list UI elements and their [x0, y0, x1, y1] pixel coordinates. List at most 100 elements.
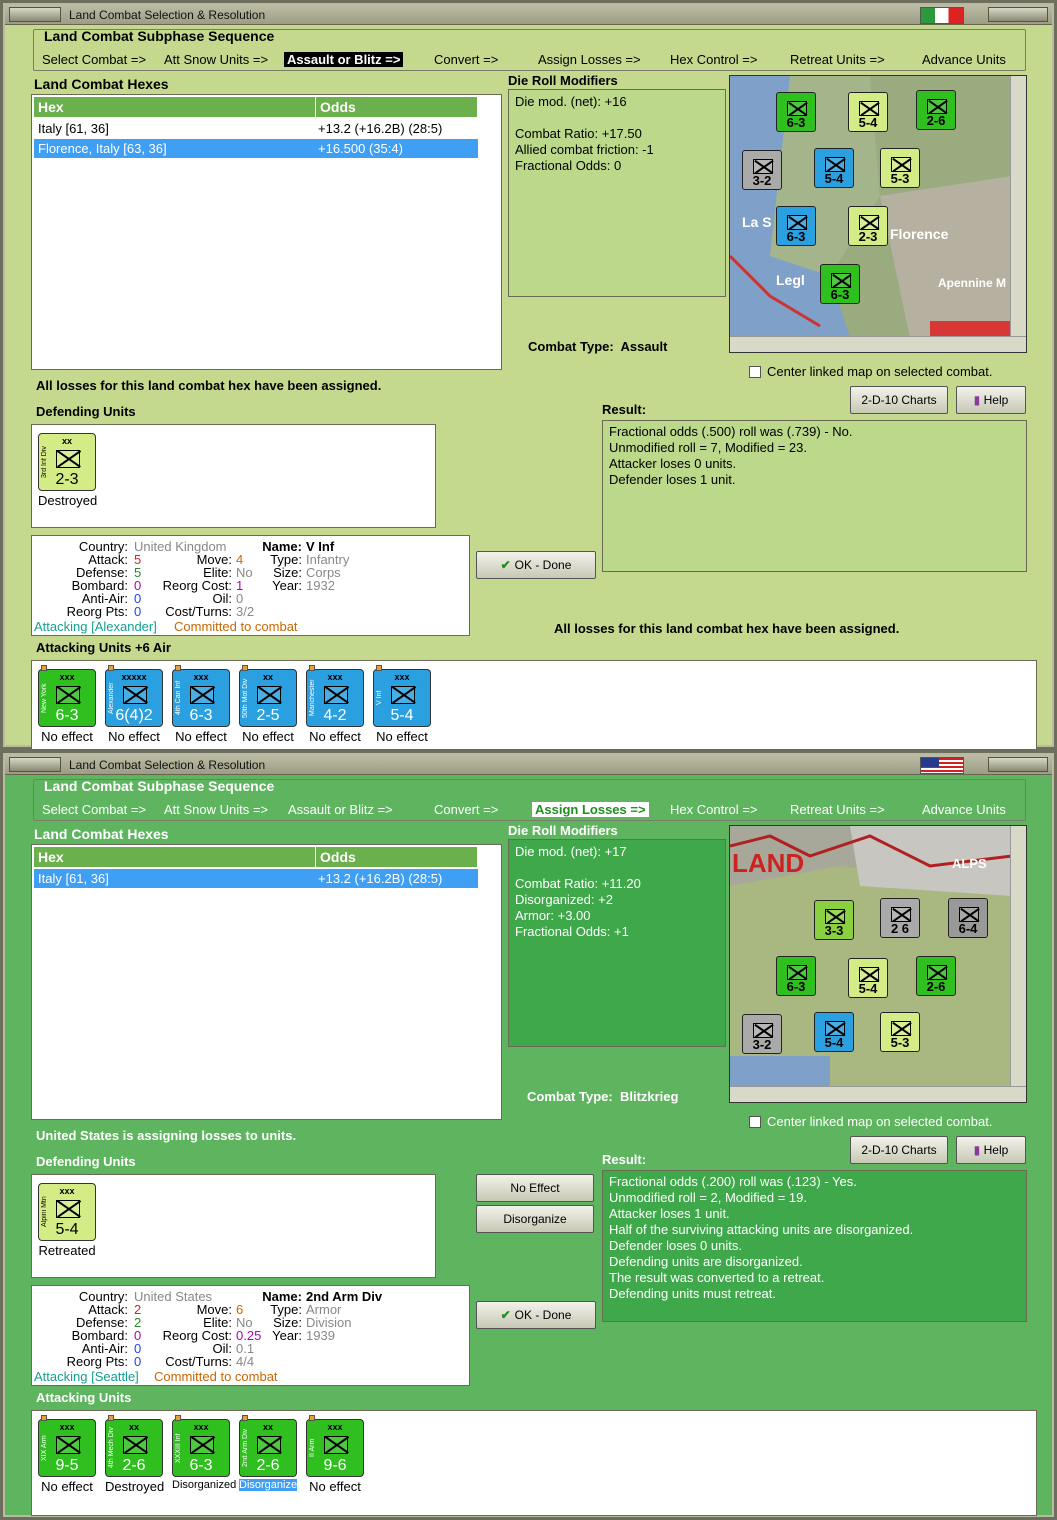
seq-assault-blitz[interactable]: Assault or Blitz =>	[284, 52, 404, 67]
window-controls[interactable]	[988, 757, 1048, 772]
unit-counter[interactable]: xx 4th Mech Div 2-6	[105, 1415, 163, 1477]
map-counter[interactable]: 6-4	[948, 898, 988, 938]
col-hex[interactable]: Hex	[34, 847, 316, 867]
seq-select-combat[interactable]: Select Combat =>	[42, 802, 146, 817]
attacking-unit[interactable]: xx 50th Mot Div 2-5 No effect	[239, 665, 297, 747]
seq-att-snow[interactable]: Att Snow Units =>	[164, 52, 268, 67]
attacking-unit[interactable]: xxx XXXIII Inf 6-3 Disorganized	[172, 1415, 236, 1497]
unit-counter[interactable]: xx 2nd Arm Div 2-6	[239, 1415, 297, 1477]
map-counter[interactable]: 6-3	[776, 206, 816, 246]
map-counter[interactable]: 3-3	[814, 900, 854, 940]
defending-unit[interactable]: xx 3rd Inf Div 2-3 Destroyed	[38, 433, 97, 511]
map-counter[interactable]: 2-6	[916, 90, 956, 130]
seq-hex-control[interactable]: Hex Control =>	[670, 802, 757, 817]
table-row-selected[interactable]: Italy [61, 36] +13.2 (+16.2B) (28:5)	[34, 869, 478, 888]
seq-convert[interactable]: Convert =>	[434, 52, 498, 67]
attacking-units-box[interactable]: xxx New York 6-3 No effect xxxxx Alexander 6(4…	[31, 660, 1037, 750]
attacking-unit[interactable]: xxx V Inf 5-4 No effect	[373, 665, 431, 747]
attacking-units-box[interactable]: xxx XIX Arm 9-5 No effect xx 4th Mech Div 2-6 D…	[31, 1410, 1037, 1516]
map-counter[interactable]: 6-3	[820, 264, 860, 304]
unit-counter[interactable]: xxx Manchester 4-2	[306, 665, 364, 727]
map-counter[interactable]: 5-3	[880, 148, 920, 188]
infantry-icon	[825, 1021, 845, 1036]
unit-counter[interactable]: xx 50th Mot Div 2-5	[239, 665, 297, 727]
seq-att-snow[interactable]: Att Snow Units =>	[164, 802, 268, 817]
map-counter[interactable]: 5-4	[814, 1012, 854, 1052]
charts-button[interactable]: 2-D-10 Charts	[850, 1136, 948, 1164]
ok-done-button[interactable]: ✔ OK - Done	[476, 551, 596, 579]
unit-counter[interactable]: xxx New York 6-3	[38, 665, 96, 727]
disorganize-button[interactable]: Disorganize	[476, 1205, 594, 1233]
map-hscroll[interactable]	[730, 1086, 1026, 1102]
defending-unit[interactable]: xxx Alpini Mtn 5-4 Retreated	[38, 1183, 96, 1261]
map-counter[interactable]: 2 6	[880, 898, 920, 938]
map-counter[interactable]: 2-3	[848, 206, 888, 246]
help-button[interactable]: ▮ Help	[956, 1136, 1026, 1164]
window-controls[interactable]	[988, 7, 1048, 22]
system-menu-button[interactable]	[9, 757, 61, 772]
seq-hex-control[interactable]: Hex Control =>	[670, 52, 757, 67]
checkbox-box[interactable]	[749, 1116, 761, 1128]
map-counter[interactable]: 6-3	[776, 956, 816, 996]
unit-counter[interactable]: xxx XXXIII Inf 6-3	[172, 1415, 230, 1477]
combat-hex-list[interactable]: Hex Odds Italy [61, 36] +13.2 (+16.2B) (…	[31, 94, 502, 370]
seq-select-combat[interactable]: Select Combat =>	[42, 52, 146, 67]
center-map-checkbox[interactable]: Center linked map on selected combat.	[749, 364, 992, 379]
table-row[interactable]: Italy [61, 36] +13.2 (+16.2B) (28:5)	[34, 119, 478, 138]
seq-retreat[interactable]: Retreat Units =>	[790, 52, 885, 67]
help-button[interactable]: ▮ Help	[956, 386, 1026, 414]
attacking-unit[interactable]: xxx 4th Can Inf 6-3 No effect	[172, 665, 230, 747]
attacking-unit[interactable]: xxx Manchester 4-2 No effect	[306, 665, 364, 747]
unit-counter[interactable]: xxx 4th Can Inf 6-3	[172, 665, 230, 727]
map-vscroll[interactable]	[1010, 76, 1026, 336]
no-effect-button[interactable]: No Effect	[476, 1174, 594, 1202]
attacking-unit[interactable]: xx 4th Mech Div 2-6 Destroyed	[105, 1415, 164, 1497]
title-bar[interactable]: Land Combat Selection & Resolution	[5, 5, 1052, 25]
col-odds[interactable]: Odds	[316, 847, 478, 867]
checkbox-box[interactable]	[749, 366, 761, 378]
unit-counter[interactable]: xxxxx Alexander 6(4)2	[105, 665, 163, 727]
system-menu-button[interactable]	[9, 7, 61, 22]
attacking-unit[interactable]: xxx New York 6-3 No effect	[38, 665, 96, 747]
map-counter[interactable]: 6-3	[776, 92, 816, 132]
attacking-unit[interactable]: xxxxx Alexander 6(4)2 No effect	[105, 665, 163, 747]
map-counter[interactable]: 5-3	[880, 1012, 920, 1052]
seq-retreat[interactable]: Retreat Units =>	[790, 802, 885, 817]
map-counter[interactable]: 3-2	[742, 1014, 782, 1054]
map-counter[interactable]: 5-4	[848, 958, 888, 998]
seq-advance[interactable]: Advance Units	[922, 52, 1006, 67]
map-vscroll[interactable]	[1010, 826, 1026, 1086]
seq-assault-blitz[interactable]: Assault or Blitz =>	[288, 802, 393, 817]
combat-hex-list[interactable]: Hex Odds Italy [61, 36] +13.2 (+16.2B) (…	[31, 844, 502, 1120]
linked-map[interactable]: LAND ALPS oa 3-3 2 6 6-4 6-3 5-4 2-6 3-2…	[729, 825, 1027, 1103]
map-counter[interactable]: 5-4	[814, 148, 854, 188]
title-bar[interactable]: Land Combat Selection & Resolution	[5, 755, 1052, 775]
charts-button[interactable]: 2-D-10 Charts	[850, 386, 948, 414]
map-counter[interactable]: 5-4	[848, 92, 888, 132]
col-odds[interactable]: Odds	[316, 97, 478, 117]
unit-counter[interactable]: xxx Alpini Mtn 5-4	[38, 1183, 96, 1241]
attacking-unit[interactable]: xx 2nd Arm Div 2-6 Disorganized	[239, 1415, 303, 1497]
unit-type-icon	[190, 686, 214, 704]
defending-units-box[interactable]: xxx Alpini Mtn 5-4 Retreated	[31, 1174, 436, 1278]
unit-counter[interactable]: xx 3rd Inf Div 2-3	[38, 433, 96, 491]
col-hex[interactable]: Hex	[34, 97, 316, 117]
unit-counter[interactable]: xxx XIX Arm 9-5	[38, 1415, 96, 1477]
map-counter[interactable]: 3-2	[742, 150, 782, 190]
linked-map[interactable]: Florence La S Legl Apennine M oa 6-3 5-4…	[729, 75, 1027, 353]
table-row-selected[interactable]: Florence, Italy [63, 36] +16.500 (35:4)	[34, 139, 478, 158]
attacking-unit[interactable]: xxx XIX Arm 9-5 No effect	[38, 1415, 96, 1497]
map-counter[interactable]: 2-6	[916, 956, 956, 996]
defending-units-box[interactable]: xx 3rd Inf Div 2-3 Destroyed	[31, 424, 436, 528]
center-map-checkbox[interactable]: Center linked map on selected combat.	[749, 1114, 992, 1129]
seq-assign-losses[interactable]: Assign Losses =>	[532, 802, 649, 817]
attacking-unit[interactable]: xxx II Arm 9-6 No effect	[306, 1415, 364, 1497]
seq-convert[interactable]: Convert =>	[434, 802, 498, 817]
seq-assign-losses[interactable]: Assign Losses =>	[538, 52, 641, 67]
ok-done-button[interactable]: ✔ OK - Done	[476, 1301, 596, 1329]
unit-counter[interactable]: xxx V Inf 5-4	[373, 665, 431, 727]
map-hscroll[interactable]	[730, 336, 1026, 352]
unit-strength: 2-5	[256, 707, 280, 724]
seq-advance[interactable]: Advance Units	[922, 802, 1006, 817]
unit-counter[interactable]: xxx II Arm 9-6	[306, 1415, 364, 1477]
